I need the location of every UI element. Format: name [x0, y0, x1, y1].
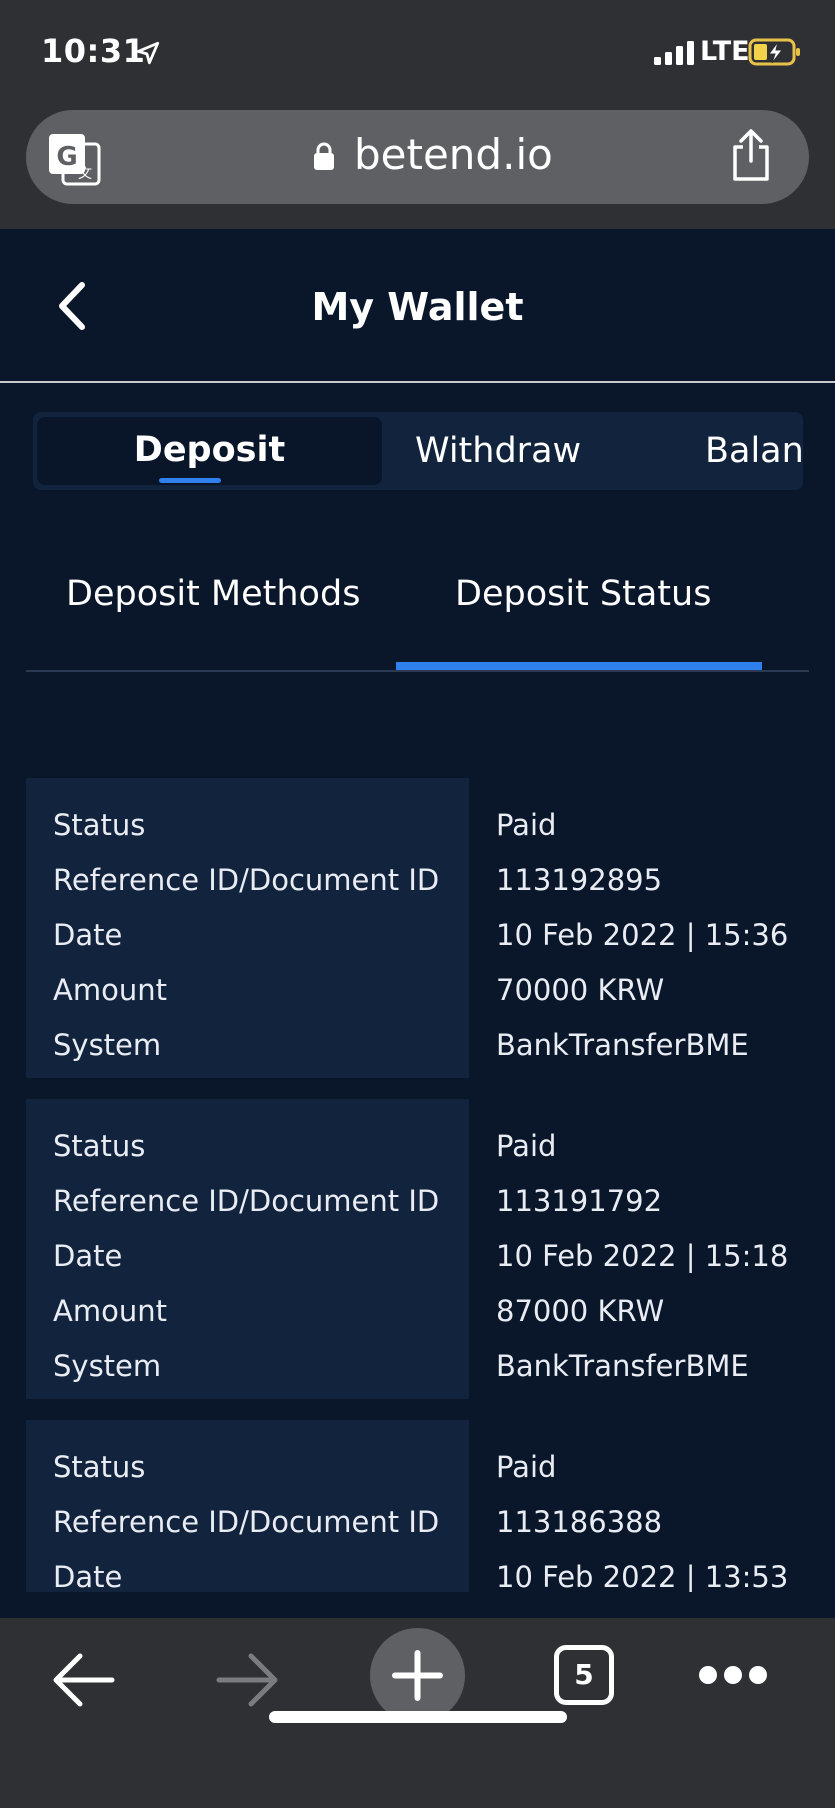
- label-status: Status: [53, 1450, 146, 1484]
- tab-withdraw[interactable]: Withdraw: [415, 412, 615, 490]
- tab-balance-label: Balan: [705, 431, 803, 471]
- translate-icon[interactable]: G 文: [45, 130, 103, 188]
- battery-charging-icon: [748, 38, 800, 66]
- label-amount: Amount: [53, 973, 167, 1007]
- status-bar: 10:31 LTE: [0, 0, 835, 100]
- app-header: My Wallet: [0, 229, 835, 383]
- tab-withdraw-label: Withdraw: [415, 431, 582, 471]
- value-amount: 70000 KRW: [496, 973, 665, 1007]
- subtab-deposit-status[interactable]: Deposit Status: [455, 574, 711, 614]
- value-system: BankTransferBME: [496, 1028, 749, 1062]
- svg-text:G: G: [56, 142, 77, 172]
- share-icon[interactable]: [727, 127, 775, 183]
- value-reference: 113191792: [496, 1184, 663, 1218]
- label-status: Status: [53, 1129, 146, 1163]
- value-status: Paid: [496, 1129, 557, 1163]
- page-title: My Wallet: [311, 285, 524, 329]
- lock-icon: [314, 142, 334, 170]
- label-status: Status: [53, 808, 146, 842]
- label-reference: Reference ID/Document ID: [53, 1505, 440, 1539]
- record-label-panel: Status Reference ID/Document ID Date Amo…: [26, 778, 469, 1078]
- value-system: BankTransferBME: [496, 1349, 749, 1383]
- deposit-records-list[interactable]: Status Reference ID/Document ID Date Amo…: [0, 760, 835, 1592]
- tab-deposit[interactable]: Deposit: [37, 417, 382, 485]
- deposit-record: Status Reference ID/Document ID Date Amo…: [26, 778, 809, 1078]
- plus-icon: [392, 1650, 443, 1701]
- value-reference: 113192895: [496, 863, 663, 897]
- label-reference: Reference ID/Document ID: [53, 863, 440, 897]
- label-date: Date: [53, 1560, 123, 1592]
- wallet-tabs: Deposit Withdraw Balan: [33, 412, 803, 490]
- record-label-panel: Status Reference ID/Document ID Date: [26, 1420, 469, 1592]
- value-status: Paid: [496, 1450, 557, 1484]
- url-text[interactable]: betend.io: [354, 130, 553, 179]
- back-arrow-icon[interactable]: [50, 1650, 116, 1710]
- forward-arrow-icon[interactable]: [215, 1650, 281, 1710]
- label-system: System: [53, 1349, 162, 1383]
- location-arrow-icon: [136, 41, 160, 65]
- value-status: Paid: [496, 808, 557, 842]
- subtab-deposit-methods[interactable]: Deposit Methods: [66, 574, 360, 614]
- label-reference: Reference ID/Document ID: [53, 1184, 440, 1218]
- tab-deposit-label: Deposit: [133, 430, 286, 470]
- address-bar[interactable]: G 文 betend.io: [26, 110, 809, 204]
- label-date: Date: [53, 1239, 123, 1273]
- active-subtab-indicator: [396, 662, 762, 670]
- label-amount: Amount: [53, 1294, 167, 1328]
- network-type: LTE: [700, 36, 750, 67]
- deposit-subtabs: Deposit Methods Deposit Status: [26, 560, 809, 672]
- value-date: 10 Feb 2022 | 15:18: [496, 1239, 789, 1273]
- deposit-record: Status Reference ID/Document ID Date Amo…: [26, 1099, 809, 1399]
- record-label-panel: Status Reference ID/Document ID Date Amo…: [26, 1099, 469, 1399]
- signal-bars-icon: [654, 41, 694, 65]
- value-date: 10 Feb 2022 | 13:53: [496, 1560, 789, 1592]
- screen: 10:31 LTE G 文 betend.io My Wallet Deposi…: [0, 0, 835, 1808]
- browser-chrome: 10:31 LTE G 文 betend.io: [0, 0, 835, 229]
- active-tab-indicator: [159, 478, 221, 483]
- tab-count: 5: [574, 1658, 594, 1691]
- value-date: 10 Feb 2022 | 15:36: [496, 918, 789, 952]
- more-dots-icon[interactable]: [697, 1663, 769, 1687]
- tab-balance[interactable]: Balan: [705, 412, 803, 490]
- new-tab-button[interactable]: [370, 1628, 465, 1723]
- value-amount: 87000 KRW: [496, 1294, 665, 1328]
- label-date: Date: [53, 918, 123, 952]
- svg-text:文: 文: [78, 166, 92, 182]
- label-system: System: [53, 1028, 162, 1062]
- value-reference: 113186388: [496, 1505, 663, 1539]
- deposit-record: Status Reference ID/Document ID Date Pai…: [26, 1420, 809, 1592]
- home-indicator[interactable]: [269, 1711, 567, 1723]
- tabs-icon[interactable]: 5: [554, 1645, 614, 1705]
- status-time: 10:31: [41, 32, 146, 70]
